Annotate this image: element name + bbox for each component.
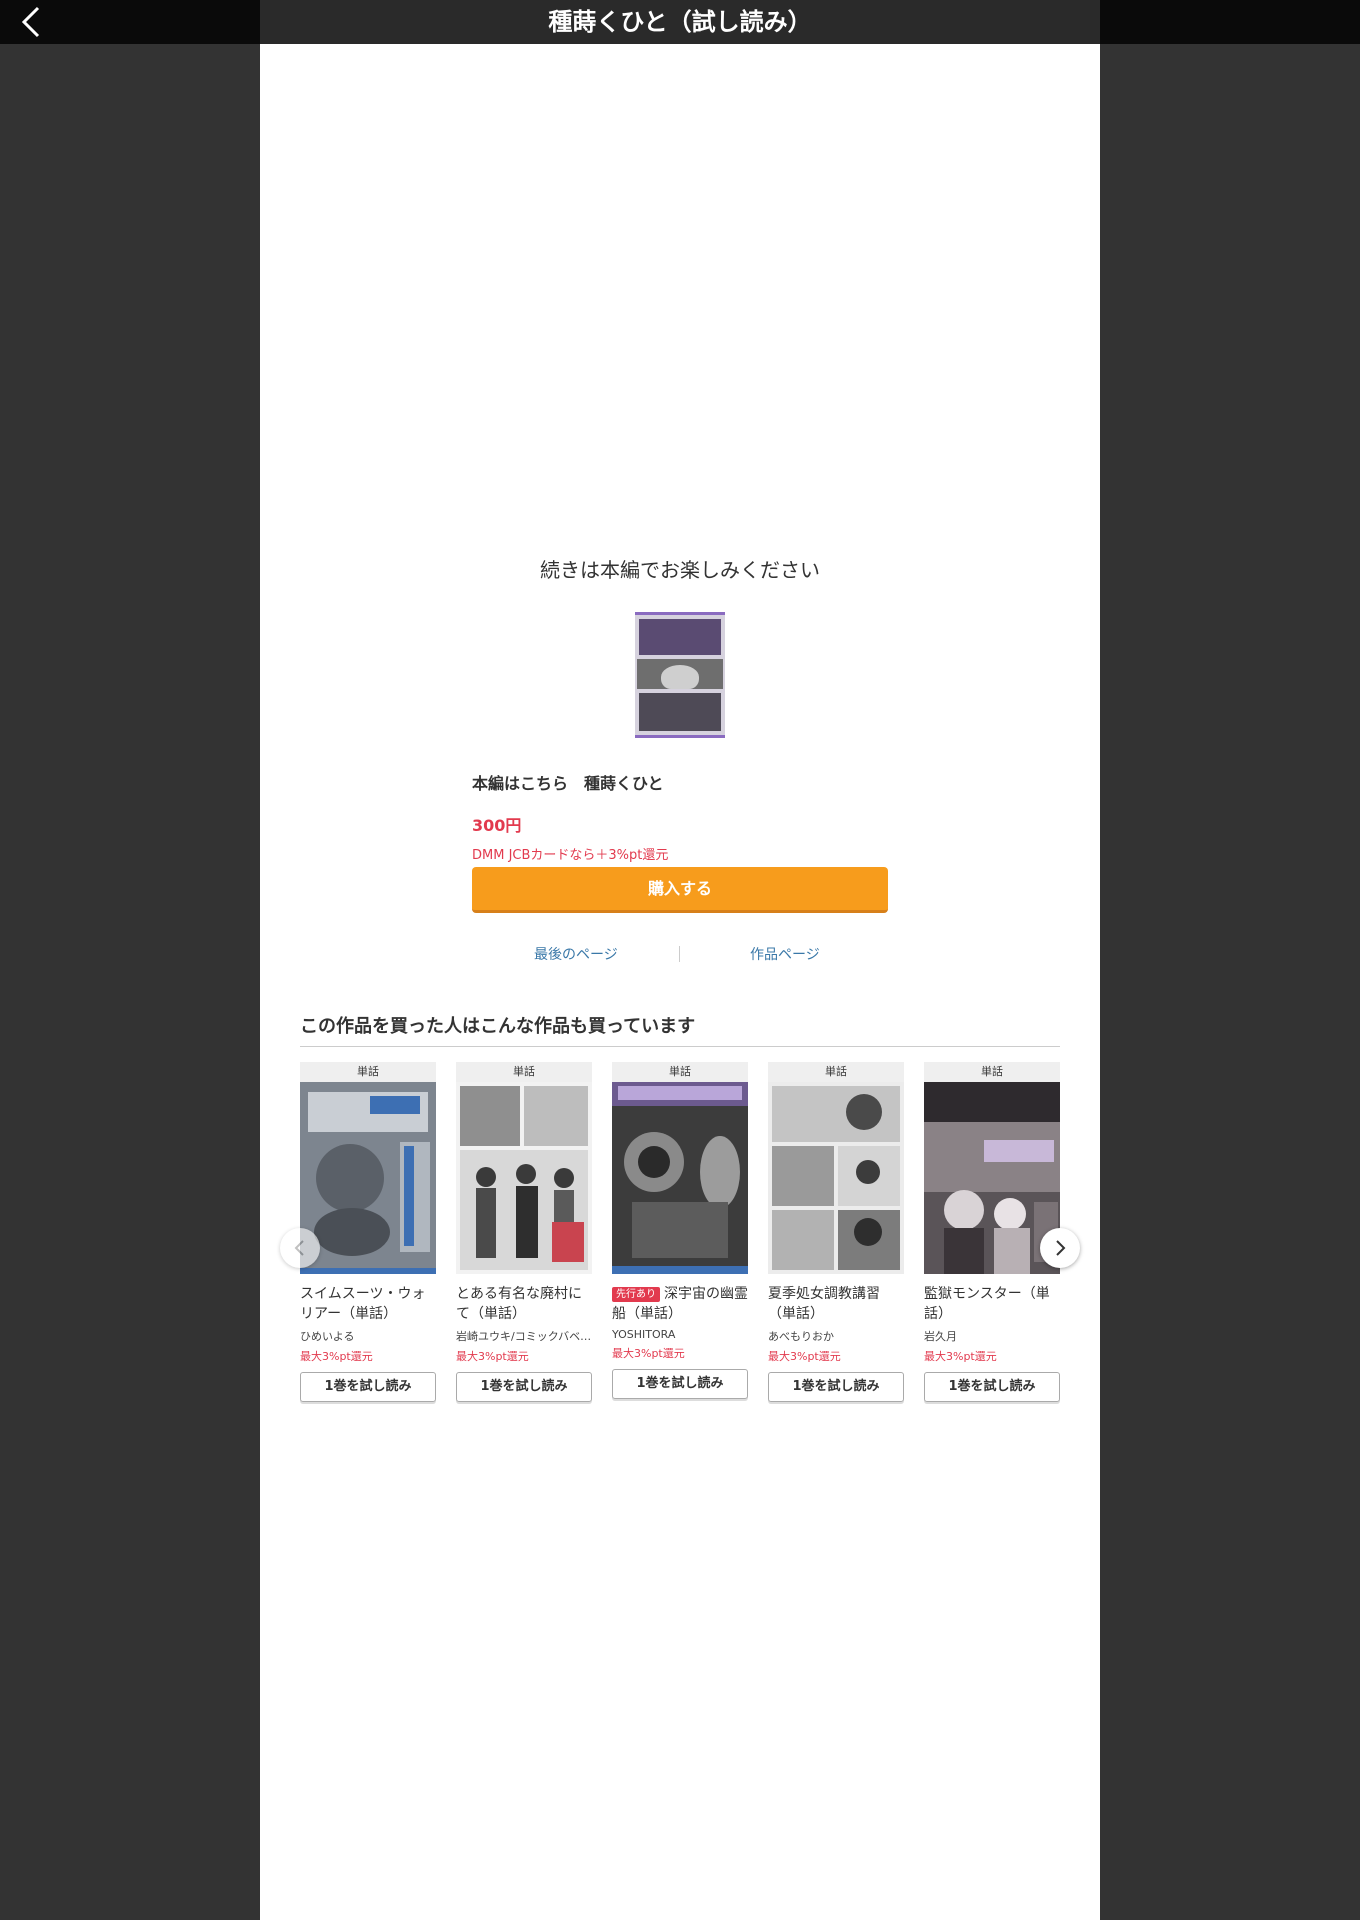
item-author[interactable]: あべもりおか <box>768 1328 904 1344</box>
item-author[interactable]: 岩崎ユウキ/コミックバベ… <box>456 1328 592 1344</box>
chevron-left-icon <box>21 6 40 38</box>
item-author[interactable]: YOSHITORA <box>612 1328 748 1341</box>
trial-read-button[interactable]: 1巻を試し読み <box>768 1372 904 1402</box>
item-points: 最大3%pt還元 <box>456 1350 529 1363</box>
carousel-prev-button[interactable] <box>280 1228 320 1268</box>
item-tag: 単話 <box>612 1062 748 1082</box>
main-product-info: 本編はこちら 種蒔くひと 300円 DMM JCBカードなら＋3%pt還元 <box>472 770 892 863</box>
reader-end-panel: 続きは本編でお楽しみください 本編はこちら 種蒔くひと 300円 DMM JCB… <box>260 44 1100 1920</box>
item-author[interactable]: 岩久月 <box>924 1328 1060 1344</box>
work-page-link[interactable]: 作品ページ <box>750 944 820 964</box>
item-points: 最大3%pt還元 <box>924 1350 997 1363</box>
chevron-left-icon <box>294 1240 304 1256</box>
section-divider <box>300 1046 1060 1047</box>
last-page-link[interactable]: 最後のページ <box>534 944 618 964</box>
item-tag: 単話 <box>924 1062 1060 1082</box>
item-title[interactable]: 夏季処女調教講習（単話） <box>768 1284 904 1324</box>
chevron-right-icon <box>1056 1240 1066 1256</box>
recommend-item: 単話 先行あり 深宇宙の幽霊船（単話） YOSHITORA 最大3%pt還元 1巻… <box>612 1062 748 1399</box>
recommend-item: 単話 監獄モンスター（単話） 岩久月 最大3%pt還元 1巻を試し読み <box>924 1062 1060 1402</box>
recommend-item: 単話 夏季処女調教講習（単話） あべもりおか 最大3%pt還元 1巻を試し読み <box>768 1062 904 1402</box>
price: 300円 <box>472 816 522 835</box>
main-cover-image[interactable] <box>635 612 725 738</box>
item-title[interactable]: 先行あり 深宇宙の幽霊船（単話） <box>612 1284 748 1324</box>
link-divider <box>679 946 680 962</box>
item-title[interactable]: 監獄モンスター（単話） <box>924 1284 1060 1324</box>
item-tag: 単話 <box>456 1062 592 1082</box>
recommend-item: 単話 スイムスーツ・ウォリアー（単話） ひめいよる 最大3%pt還元 1巻を試し… <box>300 1062 436 1402</box>
item-cover-image[interactable] <box>456 1082 592 1274</box>
item-cover-image[interactable] <box>768 1082 904 1274</box>
item-tag: 単話 <box>768 1062 904 1082</box>
back-button[interactable] <box>14 4 50 40</box>
recommend-carousel: 単話 スイムスーツ・ウォリアー（単話） ひめいよる 最大3%pt還元 1巻を試し… <box>300 1062 1060 1442</box>
recommend-section-title: この作品を買った人はこんな作品も買っています <box>300 1016 696 1037</box>
trial-read-button[interactable]: 1巻を試し読み <box>456 1372 592 1402</box>
continue-message: 続きは本編でお楽しみください <box>540 558 820 582</box>
item-points: 最大3%pt還元 <box>768 1350 841 1363</box>
recommend-item: 単話 とある有名な廃村にて（単話） 岩崎ユウキ/コミックバベ… 最大3%pt還元… <box>456 1062 592 1402</box>
item-cover-image[interactable] <box>612 1082 748 1274</box>
trial-read-button[interactable]: 1巻を試し読み <box>300 1372 436 1402</box>
item-points: 最大3%pt還元 <box>300 1350 373 1363</box>
trial-read-button[interactable]: 1巻を試し読み <box>924 1372 1060 1402</box>
top-bar: 種蒔くひと（試し読み） <box>0 0 1360 44</box>
item-tag: 単話 <box>300 1062 436 1082</box>
advance-release-badge: 先行あり <box>612 1287 660 1302</box>
buy-button[interactable]: 購入する <box>472 867 888 913</box>
trial-read-button[interactable]: 1巻を試し読み <box>612 1369 748 1399</box>
points-note: DMM JCBカードなら＋3%pt還元 <box>472 848 669 863</box>
carousel-next-button[interactable] <box>1040 1228 1080 1268</box>
page-title: 種蒔くひと（試し読み） <box>548 8 812 36</box>
main-product-title: 本編はこちら 種蒔くひと <box>472 774 664 793</box>
item-title[interactable]: とある有名な廃村にて（単話） <box>456 1284 592 1324</box>
item-title[interactable]: スイムスーツ・ウォリアー（単話） <box>300 1284 436 1324</box>
item-author[interactable]: ひめいよる <box>300 1328 436 1344</box>
item-points: 最大3%pt還元 <box>612 1347 685 1360</box>
item-cover-image[interactable] <box>300 1082 436 1274</box>
